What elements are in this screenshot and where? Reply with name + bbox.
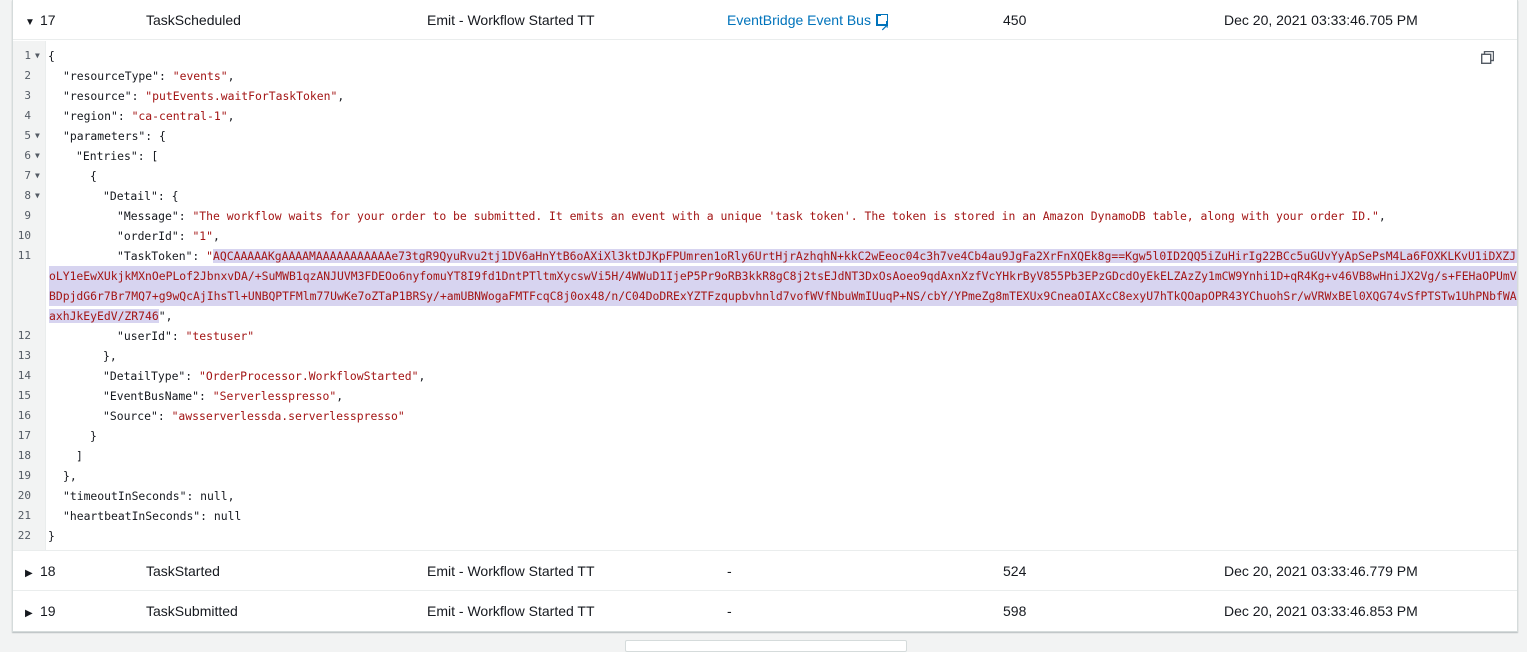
pagination-bar: [625, 640, 907, 652]
event-id: 19: [40, 603, 56, 619]
fold-caret-icon: ▼: [35, 171, 40, 180]
resource-cell: EventBridge Event Bus: [727, 0, 889, 49]
timestamp: Dec 20, 2021 03:33:46.779 PM: [1224, 563, 1418, 579]
caret-right-icon: ▶: [25, 608, 33, 619]
resource-cell: -: [727, 603, 732, 619]
code-line-wrap: BDpjdG6r7Br7MQ7+g9wQcAjIhsTl+UNBQPTFMlm7…: [49, 286, 1517, 306]
event-type: TaskStarted: [146, 563, 220, 579]
row-expand-toggle[interactable]: ▼ 17: [25, 0, 57, 40]
timestamp: Dec 20, 2021 03:33:46.853 PM: [1224, 603, 1418, 619]
elapsed-time: 450: [1003, 12, 1027, 28]
step-name: Emit - Workflow Started TT: [427, 12, 595, 28]
resource-cell: -: [727, 563, 732, 579]
caret-right-icon: ▶: [25, 568, 33, 579]
resource-link[interactable]: EventBridge Event Bus: [727, 12, 871, 28]
elapsed-time: 524: [1003, 563, 1027, 579]
timestamp: Dec 20, 2021 03:33:46.705 PM: [1224, 12, 1418, 28]
code-line-wrap: axhJkEyEdV/ZR746",: [49, 309, 173, 323]
step-name: Emit - Workflow Started TT: [427, 603, 595, 619]
event-type: TaskSubmitted: [146, 603, 238, 619]
external-link-icon[interactable]: [875, 9, 889, 49]
fold-caret-icon: ▼: [35, 51, 40, 60]
row-expand-toggle[interactable]: ▶ 19: [25, 591, 57, 631]
event-history-panel: ▼ 17 TaskScheduled Emit - Workflow Starte…: [12, 0, 1518, 632]
table-row[interactable]: ▼ 17 TaskScheduled Emit - Workflow Starte…: [13, 0, 1517, 49]
caret-down-icon: ▼: [25, 17, 35, 28]
elapsed-time: 598: [1003, 603, 1027, 619]
event-id: 18: [40, 563, 56, 579]
fold-caret-icon: ▼: [35, 191, 40, 200]
step-name: Emit - Workflow Started TT: [427, 563, 595, 579]
event-type: TaskScheduled: [146, 12, 241, 28]
table-row[interactable]: ▶ 18 TaskStarted Emit - Workflow Started …: [13, 551, 1517, 591]
fold-caret-icon: ▼: [35, 131, 40, 140]
fold-caret-icon: ▼: [35, 151, 40, 160]
copy-icon[interactable]: [1480, 50, 1495, 64]
json-code-viewer: 1 ▼{ 2 "resourceType": "events", 3 "resourc…: [13, 41, 1517, 551]
event-id: 17: [40, 12, 56, 28]
code-line-wrap: oLY1eEwXUkjkMXnOePLof2JbnxvDA/+SuMWB1qzA…: [49, 266, 1517, 286]
table-row[interactable]: ▶ 19 TaskSubmitted Emit - Workflow Starte…: [13, 591, 1517, 631]
row-expand-toggle[interactable]: ▶ 18: [25, 551, 57, 591]
